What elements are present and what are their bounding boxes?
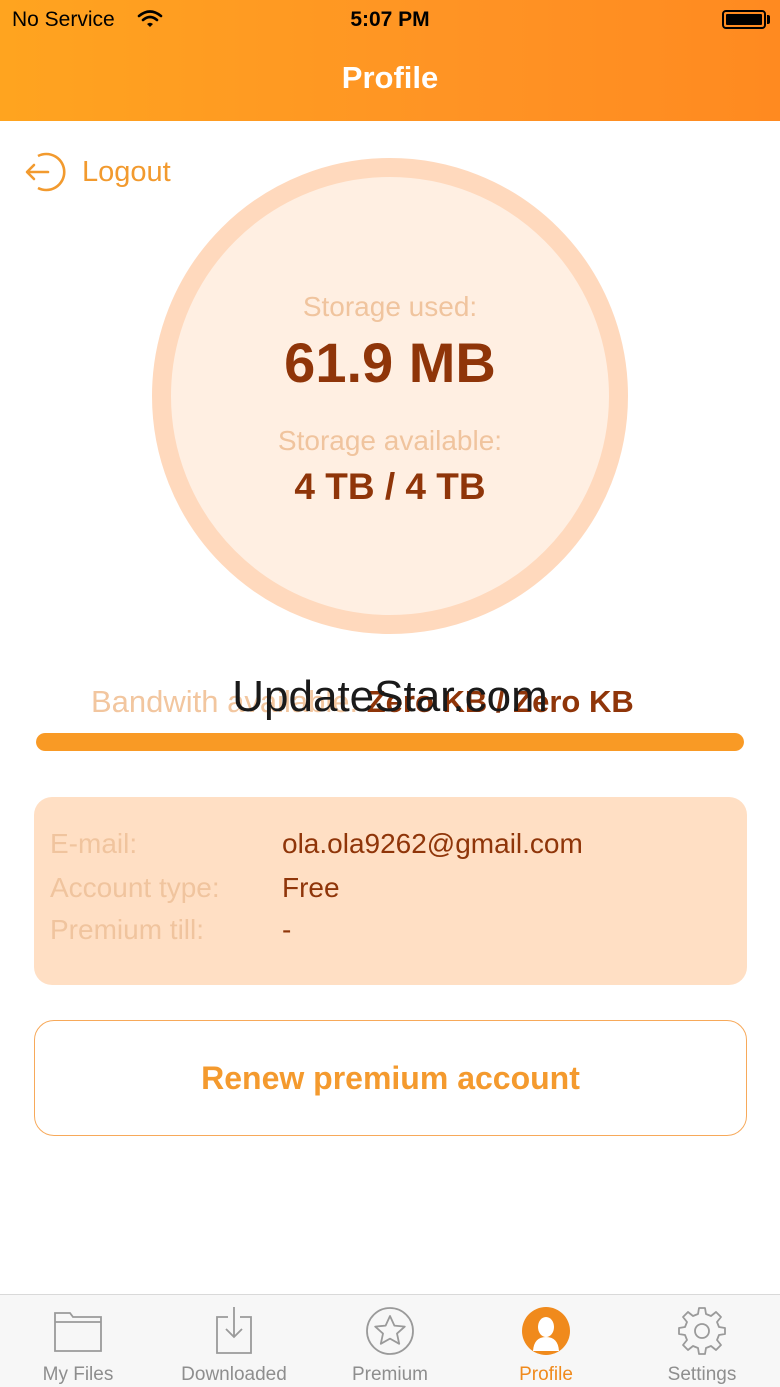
bandwidth-progress-fill (36, 733, 744, 751)
page-title: Profile (341, 60, 439, 95)
email-value: ola.ola9262@gmail.com (282, 828, 583, 859)
tab-downloaded-label: Downloaded (181, 1364, 287, 1385)
storage-circle (152, 158, 628, 634)
account-type-label: Account type: (50, 872, 220, 903)
tab-profile[interactable]: Profile (468, 1295, 624, 1387)
storage-used-value: 61.9 MB (284, 331, 496, 394)
watermark: UpdateStar.com (232, 672, 548, 721)
renew-premium-button[interactable]: Renew premium account (34, 1020, 747, 1136)
tab-settings-label: Settings (667, 1364, 737, 1385)
logout-label: Logout (82, 155, 171, 188)
storage-used-label: Storage used: (302, 291, 478, 322)
account-type-value: Free (282, 872, 340, 903)
premium-till-label: Premium till: (50, 914, 205, 945)
header: No Service 5:07 PM Profile (0, 0, 780, 121)
gear-icon (678, 1307, 726, 1355)
status-bar: No Service 5:07 PM (0, 0, 780, 40)
logout-icon (25, 152, 66, 192)
folder-icon (54, 1312, 102, 1352)
tab-bar: My Files Downloaded Premium Profile Sett… (0, 1294, 780, 1387)
tab-settings[interactable]: Settings (624, 1295, 780, 1387)
storage-available-value: 4 TB / 4 TB (294, 466, 486, 507)
tab-premium[interactable]: Premium (312, 1295, 468, 1387)
battery-icon (722, 10, 766, 29)
profile-icon (522, 1307, 570, 1355)
download-icon (216, 1307, 252, 1354)
account-info-card: E-mail: ola.ola9262@gmail.com Account ty… (34, 797, 747, 985)
tab-profile-label: Profile (519, 1364, 573, 1385)
tab-my-files-label: My Files (42, 1364, 114, 1385)
battery-tip (767, 15, 770, 24)
tab-downloaded[interactable]: Downloaded (156, 1295, 312, 1387)
star-icon (366, 1307, 414, 1355)
email-label: E-mail: (50, 828, 138, 859)
logout-button[interactable]: Logout (22, 150, 171, 194)
tab-my-files[interactable]: My Files (0, 1295, 156, 1387)
storage-available-label: Storage available: (277, 425, 503, 456)
premium-till-value: - (282, 914, 292, 945)
clock: 5:07 PM (350, 8, 430, 31)
bandwidth-progress-bar (36, 733, 744, 751)
tab-premium-label: Premium (351, 1364, 428, 1385)
